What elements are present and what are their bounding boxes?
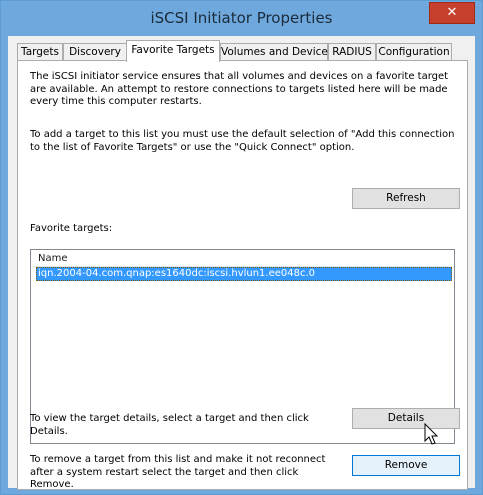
- list-column-header-name[interactable]: Name: [38, 253, 68, 264]
- list-item[interactable]: iqn.2004-04.com.qnap:es1640dc:iscsi.hvlu…: [36, 267, 452, 281]
- tab-targets[interactable]: Targets: [17, 43, 63, 61]
- remove-button[interactable]: Remove: [352, 455, 460, 476]
- details-text: To view the target details, select a tar…: [30, 413, 309, 437]
- dialog-client-area: Targets Discovery Favorite Targets Volum…: [8, 36, 475, 490]
- tab-volumes-and-devices[interactable]: Volumes and Devices: [220, 43, 333, 61]
- remove-text: To remove a target from this list and ma…: [30, 454, 326, 490]
- title-bar[interactable]: iSCSI Initiator Properties ✕: [1, 1, 482, 35]
- mouse-pointer-icon: [424, 423, 439, 445]
- refresh-button[interactable]: Refresh: [352, 188, 460, 209]
- tab-configuration[interactable]: Configuration: [376, 43, 452, 61]
- details-button[interactable]: Details: [352, 408, 460, 429]
- close-button[interactable]: ✕: [429, 2, 475, 24]
- dialog-window: iSCSI Initiator Properties ✕ Targets Dis…: [0, 0, 483, 495]
- window-title: iSCSI Initiator Properties: [150, 9, 333, 27]
- intro-text: The iSCSI initiator service ensures that…: [30, 71, 449, 107]
- tab-favorite-targets[interactable]: Favorite Targets: [126, 40, 220, 62]
- add-target-text: To add a target to this list you must us…: [30, 129, 455, 153]
- close-icon: ✕: [446, 5, 458, 20]
- tab-discovery[interactable]: Discovery: [63, 43, 127, 61]
- tab-radius[interactable]: RADIUS: [328, 43, 376, 61]
- favorite-targets-label: Favorite targets:: [30, 223, 113, 234]
- favorite-targets-panel: The iSCSI initiator service ensures that…: [17, 60, 468, 490]
